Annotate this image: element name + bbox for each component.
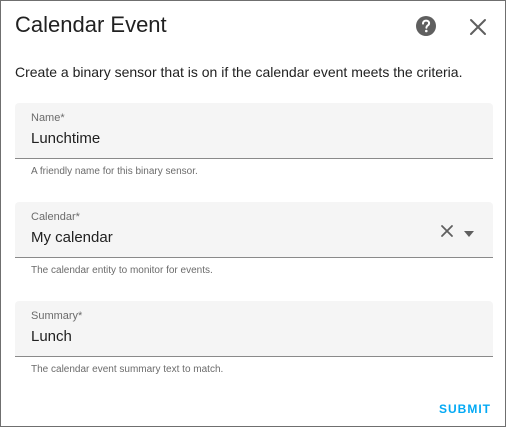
calendar-event-dialog: Calendar Event Create a binary sensor th… [0, 0, 506, 427]
calendar-select-value: My calendar [31, 229, 113, 246]
summary-field-value: Lunch [31, 328, 72, 345]
name-field-value: Lunchtime [31, 130, 101, 147]
name-field-helper: A friendly name for this binary sensor. [31, 166, 198, 177]
dialog-title: Calendar Event [15, 12, 167, 37]
clear-icon[interactable] [439, 223, 455, 239]
calendar-select-helper: The calendar entity to monitor for event… [31, 265, 213, 276]
close-icon[interactable] [467, 16, 489, 38]
summary-field-label: Summary* [31, 310, 83, 322]
name-field[interactable]: Name* Lunchtime [15, 103, 493, 159]
dropdown-arrow-icon[interactable] [463, 226, 475, 237]
calendar-select[interactable]: Calendar* My calendar [15, 202, 493, 258]
dialog-description: Create a binary sensor that is on if the… [15, 64, 463, 80]
submit-button[interactable]: SUBMIT [439, 402, 491, 416]
help-icon[interactable] [415, 15, 437, 37]
calendar-select-label: Calendar* [31, 211, 80, 223]
name-field-label: Name* [31, 112, 65, 124]
summary-field-helper: The calendar event summary text to match… [31, 364, 224, 375]
summary-field[interactable]: Summary* Lunch [15, 301, 493, 357]
